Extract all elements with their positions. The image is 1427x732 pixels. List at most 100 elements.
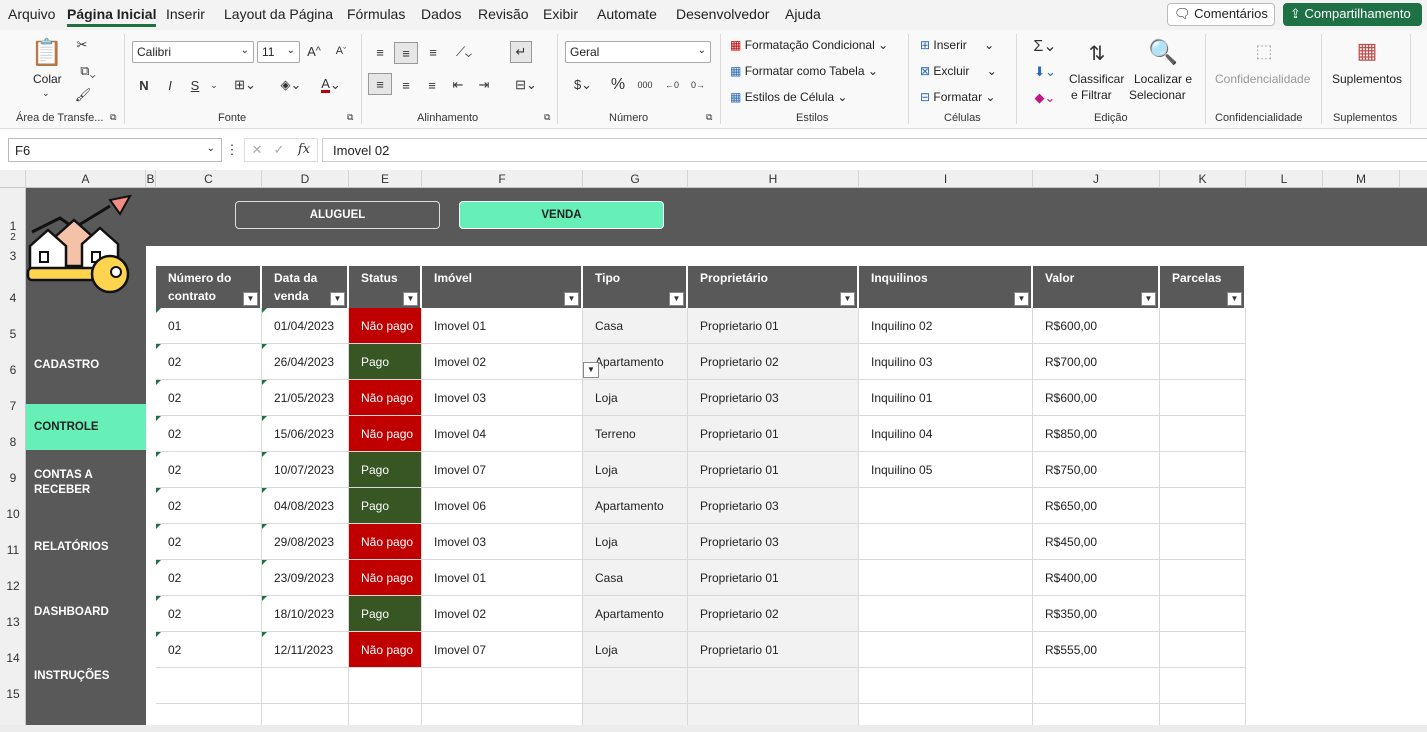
- menu-inserir[interactable]: Inserir: [166, 6, 205, 22]
- cell-property[interactable]: Imovel 01: [422, 308, 583, 344]
- menu-ajuda[interactable]: Ajuda: [785, 6, 821, 22]
- worksheet[interactable]: CADASTRO CONTROLE CONTAS A RECEBER RELAT…: [26, 188, 1427, 732]
- menu-dados[interactable]: Dados: [421, 6, 461, 22]
- row-header[interactable]: 5: [0, 327, 26, 341]
- cell-value[interactable]: R$850,00: [1033, 416, 1160, 452]
- cell-sale-date[interactable]: 29/08/2023: [262, 524, 349, 560]
- filter-dropdown-icon[interactable]: ▼: [840, 292, 855, 306]
- cell-installments[interactable]: [1160, 560, 1246, 596]
- cell-contract-number[interactable]: 02: [156, 344, 262, 380]
- insert-function-icon[interactable]: fx: [295, 141, 313, 157]
- cell-type[interactable]: Loja: [583, 524, 688, 560]
- menu-formulas[interactable]: Fórmulas: [347, 6, 405, 22]
- cell-property[interactable]: [422, 668, 583, 704]
- align-top-icon[interactable]: ≡: [370, 42, 390, 62]
- cell-value[interactable]: R$450,00: [1033, 524, 1160, 560]
- sidebar-item-contas-a-receber[interactable]: CONTAS A RECEBER: [26, 468, 108, 498]
- search-icon[interactable]: 🔍: [1146, 34, 1180, 70]
- cell-tenants[interactable]: [859, 668, 1033, 704]
- filter-dropdown-icon[interactable]: ▼: [1014, 292, 1029, 306]
- cell-property[interactable]: Imovel 07: [422, 452, 583, 488]
- cell-contract-number[interactable]: 02: [156, 596, 262, 632]
- orientation-icon[interactable]: ⟋⌄: [449, 42, 479, 62]
- increase-decimal-icon[interactable]: ←0: [662, 75, 682, 95]
- chevron-down-icon[interactable]: ⌄: [207, 143, 215, 154]
- cell-contract-number[interactable]: 02: [156, 416, 262, 452]
- merge-center-icon[interactable]: ⊟⌄: [510, 75, 542, 95]
- row-header[interactable]: 6: [0, 363, 26, 377]
- cell-tenants[interactable]: [859, 488, 1033, 524]
- column-header-m[interactable]: M: [1323, 170, 1400, 188]
- column-header-d[interactable]: D: [262, 170, 349, 188]
- tab-venda[interactable]: VENDA: [459, 201, 664, 229]
- menu-automate[interactable]: Automate: [597, 6, 657, 22]
- column-header-g[interactable]: G: [583, 170, 688, 188]
- addins-label[interactable]: Suplementos: [1332, 72, 1402, 86]
- copy-icon[interactable]: ⧉⌄: [74, 62, 102, 80]
- conditional-formatting-button[interactable]: ▦ Formatação Condicional ⌄: [730, 38, 888, 52]
- cell-styles-button[interactable]: ▦ Estilos de Célula ⌄: [730, 90, 847, 104]
- cell-sale-date[interactable]: 12/11/2023: [262, 632, 349, 668]
- cell-property[interactable]: Imovel 06: [422, 488, 583, 524]
- menu-exibir[interactable]: Exibir: [543, 6, 578, 22]
- dialog-launcher-icon[interactable]: ⧉: [110, 112, 116, 123]
- cell-installments[interactable]: [1160, 452, 1246, 488]
- decrease-indent-icon[interactable]: ⇤: [448, 75, 468, 95]
- share-button[interactable]: ⇪ Compartilhamento: [1283, 3, 1422, 26]
- cell-tenants[interactable]: Inquilino 04: [859, 416, 1033, 452]
- select-all-corner[interactable]: [0, 170, 26, 188]
- grow-font-icon[interactable]: A ^: [305, 42, 323, 60]
- cell-value[interactable]: R$650,00: [1033, 488, 1160, 524]
- cell-type[interactable]: Casa: [583, 308, 688, 344]
- cell-contract-number[interactable]: 02: [156, 524, 262, 560]
- cell-value[interactable]: R$400,00: [1033, 560, 1160, 596]
- cell-installments[interactable]: [1160, 524, 1246, 560]
- cell-owner[interactable]: Proprietario 03: [688, 380, 859, 416]
- cell-tenants[interactable]: [859, 596, 1033, 632]
- sidebar-item-dashboard[interactable]: DASHBOARD: [26, 605, 146, 620]
- cell-property[interactable]: Imovel 01: [422, 560, 583, 596]
- cell-status[interactable]: Não pago: [349, 308, 422, 344]
- formula-input[interactable]: Imovel 02: [322, 138, 1427, 162]
- row-header[interactable]: 4: [0, 291, 26, 305]
- column-header-l[interactable]: L: [1246, 170, 1323, 188]
- align-middle-icon[interactable]: ≡: [394, 42, 418, 64]
- format-painter-icon[interactable]: 🖌: [74, 86, 92, 104]
- cancel-icon[interactable]: ✕: [249, 142, 265, 158]
- cut-icon[interactable]: ✂: [74, 36, 90, 54]
- cell-contract-number[interactable]: 02: [156, 560, 262, 596]
- cell-sale-date[interactable]: [262, 668, 349, 704]
- sort-filter-label-2[interactable]: e Filtrar: [1071, 88, 1112, 102]
- row-header[interactable]: 14: [0, 651, 26, 665]
- cell-tenants[interactable]: Inquilino 03: [859, 344, 1033, 380]
- cell-value[interactable]: R$600,00: [1033, 308, 1160, 344]
- cell-status[interactable]: [349, 668, 422, 704]
- cell-installments[interactable]: [1160, 308, 1246, 344]
- font-name-select[interactable]: Calibri ⌄: [132, 41, 254, 63]
- cell-type[interactable]: Apartamento: [583, 596, 688, 632]
- find-select-label-1[interactable]: Localizar e: [1134, 72, 1192, 86]
- cell-owner[interactable]: Proprietario 03: [688, 524, 859, 560]
- clear-icon[interactable]: ◆⌄: [1028, 88, 1062, 108]
- row-header[interactable]: 13: [0, 615, 26, 629]
- filter-dropdown-icon[interactable]: ▼: [403, 292, 418, 306]
- cell-sale-date[interactable]: 26/04/2023: [262, 344, 349, 380]
- cell-property[interactable]: Imovel 04: [422, 416, 583, 452]
- sidebar-item-relatorios[interactable]: RELATÓRIOS: [26, 540, 146, 555]
- sort-filter-label-1[interactable]: Classificar: [1069, 72, 1124, 86]
- align-bottom-icon[interactable]: ≡: [423, 42, 443, 62]
- cell-type[interactable]: Terreno: [583, 416, 688, 452]
- tab-aluguel[interactable]: ALUGUEL: [235, 201, 440, 229]
- cell-status[interactable]: Não pago: [349, 524, 422, 560]
- underline-dropdown-icon[interactable]: ⌄: [207, 76, 221, 94]
- fill-color-icon[interactable]: ◈⌄: [274, 76, 308, 94]
- cell-status[interactable]: Pago: [349, 452, 422, 488]
- dialog-launcher-icon[interactable]: ⧉: [347, 112, 353, 123]
- paste-icon[interactable]: 📋: [31, 36, 63, 68]
- number-format-select[interactable]: Geral ⌄: [565, 41, 711, 63]
- filter-dropdown-icon[interactable]: ▼: [669, 292, 684, 306]
- find-select-label-2[interactable]: Selecionar: [1129, 88, 1186, 102]
- font-color-icon[interactable]: A ⌄: [314, 76, 348, 94]
- decrease-decimal-icon[interactable]: 0→: [688, 75, 708, 95]
- autosum-icon[interactable]: Σ⌄: [1028, 36, 1062, 56]
